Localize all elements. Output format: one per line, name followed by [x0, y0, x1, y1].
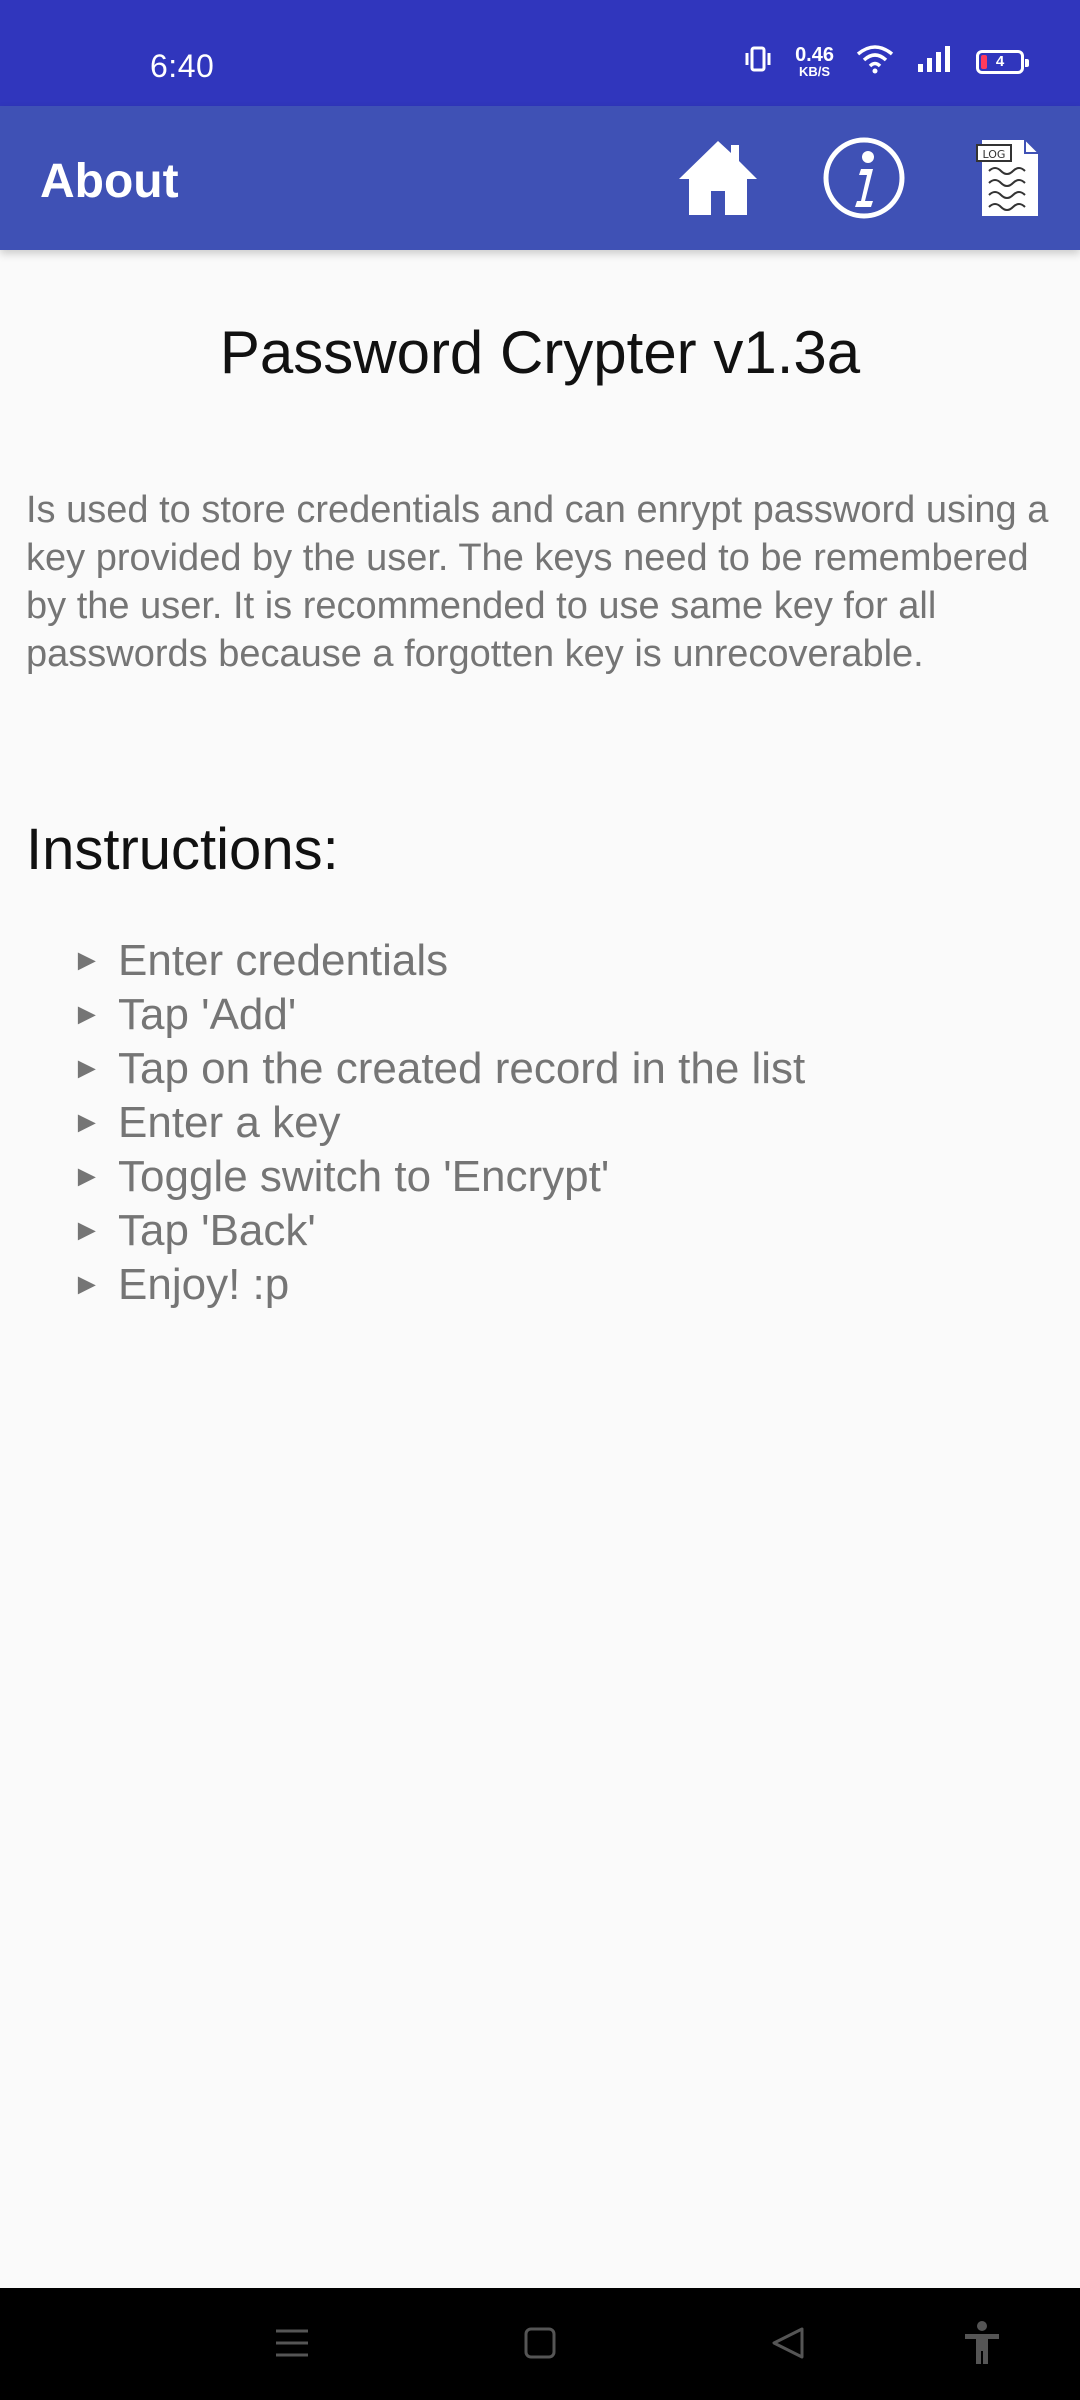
page-title: About	[40, 155, 179, 208]
info-icon	[821, 135, 907, 226]
list-item: ► Enjoy! :p	[72, 1258, 805, 1312]
bullet-arrow-icon: ►	[72, 1160, 102, 1193]
log-badge: LOG	[983, 148, 1006, 161]
bullet-arrow-icon: ►	[72, 1268, 102, 1301]
list-item: ► Tap 'Add'	[72, 988, 805, 1042]
app-description: Is used to store credentials and can enr…	[26, 489, 1049, 675]
info-button[interactable]	[814, 130, 914, 230]
step-text: Tap 'Back'	[118, 1206, 316, 1255]
log-button[interactable]: LOG	[960, 130, 1060, 230]
bullet-arrow-icon: ►	[72, 1106, 102, 1139]
app-bar: About LOG	[0, 106, 1080, 250]
bullet-arrow-icon: ►	[72, 998, 102, 1031]
home-icon	[675, 135, 761, 226]
step-text: Enjoy! :p	[118, 1260, 290, 1309]
step-text: Toggle switch to 'Encrypt'	[118, 1152, 610, 1201]
net-speed-unit: KB/S	[799, 64, 831, 79]
net-speed: 0.46 KB/S	[795, 45, 834, 78]
accessibility-icon	[962, 2320, 1002, 2371]
status-bar: 6:40 0.46 KB/S 4	[0, 0, 1080, 106]
back-triangle-icon	[770, 2326, 806, 2365]
step-text: Tap 'Add'	[118, 990, 297, 1039]
menu-icon	[274, 2326, 310, 2365]
instructions-list: ► Enter credentials ► Tap 'Add' ► Tap on th…	[72, 934, 805, 1312]
recent-apps-button[interactable]	[262, 2318, 322, 2372]
battery-icon: 4	[976, 49, 1029, 74]
list-item: ► Tap on the created record in the list	[72, 1042, 805, 1096]
accessibility-button[interactable]	[952, 2318, 1012, 2372]
vibrate-icon	[743, 44, 773, 79]
list-item: ► Toggle switch to 'Encrypt'	[72, 1150, 805, 1204]
list-item: ► Enter a key	[72, 1096, 805, 1150]
signal-icon	[916, 44, 954, 79]
bullet-arrow-icon: ►	[72, 944, 102, 977]
status-time: 6:40	[150, 48, 215, 84]
step-text: Tap on the created record in the list	[118, 1044, 806, 1093]
battery-level-fill	[981, 54, 987, 69]
list-item: ► Tap 'Back'	[72, 1204, 805, 1258]
wifi-icon	[856, 44, 894, 79]
step-text: Enter a key	[118, 1098, 341, 1147]
net-speed-value: 0.46	[795, 44, 834, 66]
battery-level: 4	[995, 53, 1005, 70]
instructions-heading: Instructions:	[26, 817, 339, 882]
bullet-arrow-icon: ►	[72, 1052, 102, 1085]
bullet-arrow-icon: ►	[72, 1214, 102, 1247]
home-button[interactable]	[668, 130, 768, 230]
status-icons: 0.46 KB/S 4	[743, 44, 1029, 79]
home-square-icon	[523, 2326, 557, 2365]
system-nav-bar	[0, 2288, 1080, 2400]
list-item: ► Enter credentials	[72, 934, 805, 988]
step-text: Enter credentials	[118, 936, 449, 985]
back-nav-button[interactable]	[758, 2318, 818, 2372]
app-version-title: Password Crypter v1.3a	[219, 319, 861, 386]
log-icon: LOG	[975, 135, 1045, 226]
home-nav-button[interactable]	[510, 2318, 570, 2372]
